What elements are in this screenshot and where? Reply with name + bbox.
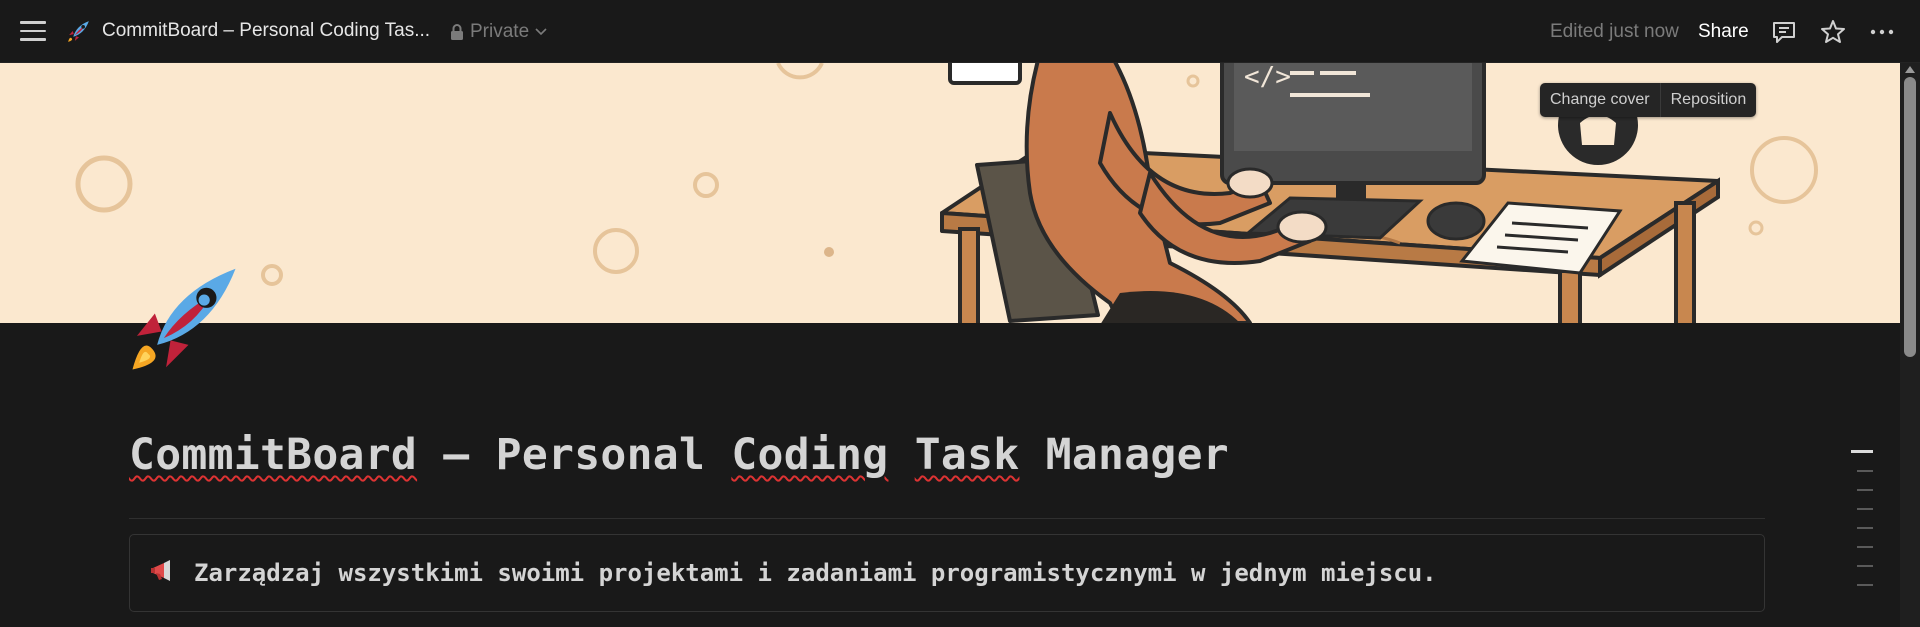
more-icon[interactable] [1868, 18, 1896, 46]
title-word-coding: Coding [731, 430, 889, 480]
chevron-down-icon [535, 28, 547, 36]
title-word-commitboard: CommitBoard [129, 430, 418, 480]
reposition-button[interactable]: Reposition [1661, 83, 1757, 117]
megaphone-icon [151, 560, 170, 581]
comment-icon[interactable] [1770, 18, 1798, 46]
toc-item[interactable] [1857, 489, 1873, 491]
callout-block[interactable]: Zarządzaj wszystkimi swoimi projektami i… [129, 534, 1765, 612]
cover-actions: Change cover Reposition [1540, 83, 1757, 117]
star-icon[interactable] [1819, 18, 1847, 46]
top-bar: CommitBoard – Personal Coding Tas... Pri… [0, 0, 1920, 63]
toc-item[interactable] [1857, 565, 1873, 567]
scrollbar[interactable] [1900, 63, 1920, 627]
scroll-up-arrow-icon[interactable] [1905, 66, 1915, 73]
toc-item[interactable] [1851, 450, 1873, 453]
privacy-label: Private [470, 21, 530, 42]
edited-status: Edited just now [1550, 21, 1679, 42]
toc-item[interactable] [1857, 527, 1873, 529]
rocket-icon[interactable] [128, 262, 240, 374]
title-segment-end: Manager [1019, 430, 1229, 480]
rocket-icon [68, 21, 89, 42]
toc-item[interactable] [1857, 546, 1873, 548]
toc-item[interactable] [1857, 508, 1873, 510]
table-of-contents-outline[interactable] [1851, 450, 1875, 603]
callout-text: Zarządzaj wszystkimi swoimi projektami i… [194, 559, 1437, 587]
toc-item[interactable] [1857, 470, 1873, 472]
lock-icon [451, 23, 463, 40]
change-cover-button[interactable]: Change cover [1540, 83, 1660, 117]
title-space [888, 430, 914, 480]
svg-text:</>: </> [1244, 63, 1291, 92]
menu-icon[interactable] [20, 21, 46, 43]
divider [129, 518, 1765, 519]
page-title[interactable]: CommitBoard – Personal Coding Task Manag… [129, 430, 1229, 480]
scroll-thumb[interactable] [1904, 77, 1916, 357]
breadcrumb-title[interactable]: CommitBoard – Personal Coding Tas... [102, 20, 430, 42]
privacy-button[interactable]: Private [450, 21, 547, 43]
share-button[interactable]: Share [1698, 21, 1749, 43]
title-word-task: Task [914, 430, 1020, 480]
toc-item[interactable] [1857, 584, 1873, 586]
title-segment: – Personal [417, 430, 732, 480]
